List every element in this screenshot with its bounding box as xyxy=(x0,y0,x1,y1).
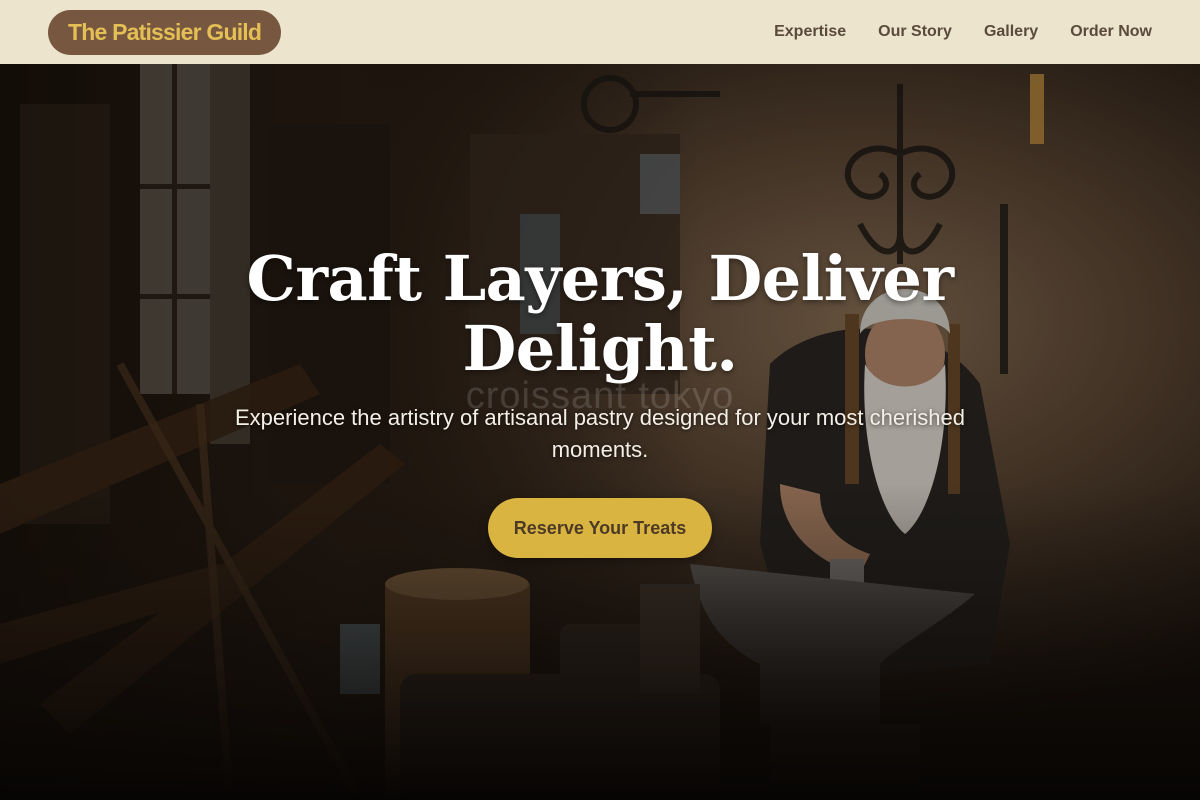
hero-content: Craft Layers, Deliver Delight. croissant… xyxy=(0,64,1200,624)
site-header: The Patissier Guild Expertise Our Story … xyxy=(0,0,1200,64)
nav-link-our-story[interactable]: Our Story xyxy=(878,23,952,41)
hero-subtitle: Experience the artistry of artisanal pas… xyxy=(234,405,966,462)
main-nav: Expertise Our Story Gallery Order Now xyxy=(774,23,1152,41)
brand-logo-button[interactable]: The Patissier Guild xyxy=(48,9,282,55)
nav-link-gallery[interactable]: Gallery xyxy=(984,23,1038,41)
hero-headline: Craft Layers, Deliver Delight. xyxy=(246,242,954,385)
page: The Patissier Guild Expertise Our Story … xyxy=(0,0,1200,800)
reserve-treats-button[interactable]: Reserve Your Treats xyxy=(488,498,712,558)
nav-link-order-now[interactable]: Order Now xyxy=(1070,23,1152,41)
nav-link-expertise[interactable]: Expertise xyxy=(774,23,846,41)
